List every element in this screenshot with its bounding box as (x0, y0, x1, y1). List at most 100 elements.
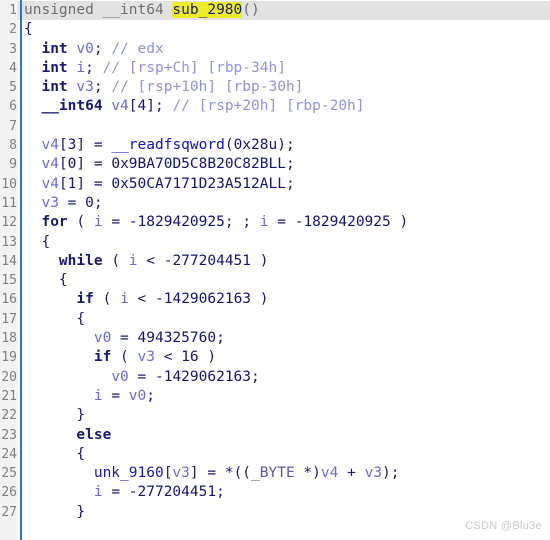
token-punctuation: ) (312, 465, 321, 482)
token-variable[interactable]: v0 (76, 41, 93, 57)
line-number: 21 (1, 388, 17, 404)
code-line[interactable]: int i; // [rsp+Ch] [rbp-34h] (0, 59, 550, 78)
code-line[interactable]: v3 = 0; (0, 194, 550, 213)
code-line[interactable]: if ( v3 < 16 ) (0, 348, 550, 367)
line-numbers-list: 1 2 3 4 5 6 7 8 9 10 11 12 13 14 15 16 1… (0, 0, 18, 522)
token-punctuation: ( (224, 137, 234, 154)
token-punctuation: [ (128, 98, 138, 115)
token-variable[interactable]: v3 (76, 79, 93, 95)
token-variable[interactable]: v4 (41, 137, 58, 153)
token-punctuation: ; (251, 368, 260, 385)
code-line[interactable]: if ( i < -1429062163 ) (0, 290, 550, 309)
line-number: 20 (1, 369, 17, 385)
token-punctuation: ; (285, 137, 295, 154)
token-punctuation: ) (382, 465, 391, 482)
token-punctuation: = (111, 387, 121, 404)
line-number: 9 (9, 157, 17, 173)
line-number: 24 (1, 446, 17, 462)
token-punctuation: = (93, 156, 103, 173)
token-punctuation: = (93, 137, 103, 154)
token-number: -1829420925 (294, 214, 391, 231)
token-variable[interactable]: i (120, 291, 129, 307)
line-number: 23 (1, 427, 17, 443)
code-line[interactable]: v4[0] = 0x9BA70D5C8B20C82BLL; (0, 155, 550, 174)
code-line[interactable]: { (0, 310, 550, 329)
code-line[interactable]: v0 = 494325760; (0, 329, 550, 348)
token-variable[interactable]: i (94, 484, 103, 500)
pseudocode-editor[interactable]: 1 2 3 4 5 6 7 8 9 10 11 12 13 14 15 16 1… (0, 0, 550, 540)
token-punctuation: ) (259, 252, 269, 269)
line-number: 4 (9, 60, 17, 76)
code-line[interactable]: for ( i = -1829420925; ; i = -1829420925… (0, 213, 550, 232)
code-line[interactable]: { (0, 445, 550, 464)
token-punctuation: ] (146, 98, 155, 115)
token-punctuation: ; (146, 387, 155, 404)
code-line[interactable]: v0 = -1429062163; (0, 368, 550, 387)
token-variable[interactable]: v4 (111, 98, 128, 114)
token-number: -277204451 (163, 252, 252, 269)
token-punctuation: ( (242, 465, 252, 482)
line-number: 26 (1, 485, 17, 501)
code-line[interactable]: int v3; // [rsp+10h] [rbp-30h] (0, 78, 550, 97)
token-variable[interactable]: v4 (41, 176, 58, 192)
token-variable[interactable]: i (76, 60, 85, 76)
token-keyword: if (93, 349, 112, 366)
code-line[interactable]: { (0, 233, 550, 252)
line-number: 19 (1, 350, 17, 366)
token-variable[interactable]: v3 (138, 349, 155, 365)
code-line[interactable]: { (0, 271, 550, 290)
code-line[interactable]: } (0, 406, 550, 425)
token-keyword: if (76, 291, 94, 308)
code-line[interactable]: i = v0; (0, 387, 550, 406)
token-type-byte: _BYTE (251, 465, 295, 482)
token-punctuation: { (24, 21, 33, 38)
token-variable[interactable]: v0 (129, 388, 146, 404)
token-variable[interactable]: v0 (111, 369, 128, 385)
token-punctuation: ; (390, 465, 400, 482)
code-lines-container[interactable]: unsigned __int64 sub_2980(){ int v0; // … (0, 0, 550, 522)
line-number: 25 (1, 466, 17, 482)
token-function-call[interactable]: __readfsqword (111, 137, 225, 153)
code-line[interactable]: unsigned __int64 sub_2980() (0, 1, 550, 21)
token-signature: ( (242, 2, 251, 18)
line-number: 15 (1, 273, 17, 289)
token-punctuation: ; (216, 484, 225, 501)
code-line[interactable]: else (0, 426, 550, 445)
token-variable[interactable]: v3 (41, 195, 58, 211)
code-line[interactable]: int v0; // edx (0, 40, 550, 59)
token-variable[interactable]: i (129, 253, 138, 269)
token-variable[interactable]: v3 (365, 465, 382, 481)
code-line[interactable]: i = -277204451; (0, 483, 550, 502)
token-variable[interactable]: i (260, 214, 269, 230)
token-number: 0 (85, 194, 94, 211)
token-punctuation: ; (85, 59, 94, 76)
line-number: 3 (9, 41, 17, 57)
token-global-variable[interactable]: unk_9160 (94, 465, 164, 481)
token-punctuation: ( (111, 252, 121, 269)
token-punctuation: ] (76, 175, 86, 192)
code-line[interactable]: { (0, 20, 550, 39)
token-punctuation: ) (399, 214, 409, 231)
token-number: 0x28u (233, 137, 278, 154)
token-punctuation: { (41, 233, 51, 250)
token-function-name[interactable]: sub_2980 (172, 2, 243, 18)
code-line[interactable]: while ( i < -277204451 ) (0, 252, 550, 271)
token-punctuation: } (76, 407, 86, 424)
token-variable[interactable]: i (94, 214, 103, 230)
token-variable[interactable]: v0 (94, 330, 111, 346)
token-punctuation: [ (58, 175, 68, 192)
token-variable[interactable]: i (94, 388, 103, 404)
token-keyword: while (58, 252, 103, 269)
code-line[interactable]: v4[1] = 0x50CA7171D23A512ALL; (0, 175, 550, 194)
token-number: 0x9BA70D5C8B20C82BLL (111, 156, 286, 173)
token-keyword: int (41, 40, 68, 57)
code-line[interactable]: unk_9160[v3] = *((_BYTE *)v4 + v3); (0, 464, 550, 483)
token-variable[interactable]: v3 (172, 465, 189, 481)
token-punctuation: ( (233, 465, 243, 482)
token-punctuation: { (58, 272, 68, 289)
code-line[interactable]: v4[3] = __readfsqword(0x28u); (0, 136, 550, 155)
token-variable[interactable]: v4 (321, 465, 338, 481)
token-variable[interactable]: v4 (41, 156, 58, 172)
code-line[interactable]: __int64 v4[4]; // [rsp+20h] [rbp-20h] (0, 97, 550, 116)
token-punctuation: = (111, 214, 121, 231)
